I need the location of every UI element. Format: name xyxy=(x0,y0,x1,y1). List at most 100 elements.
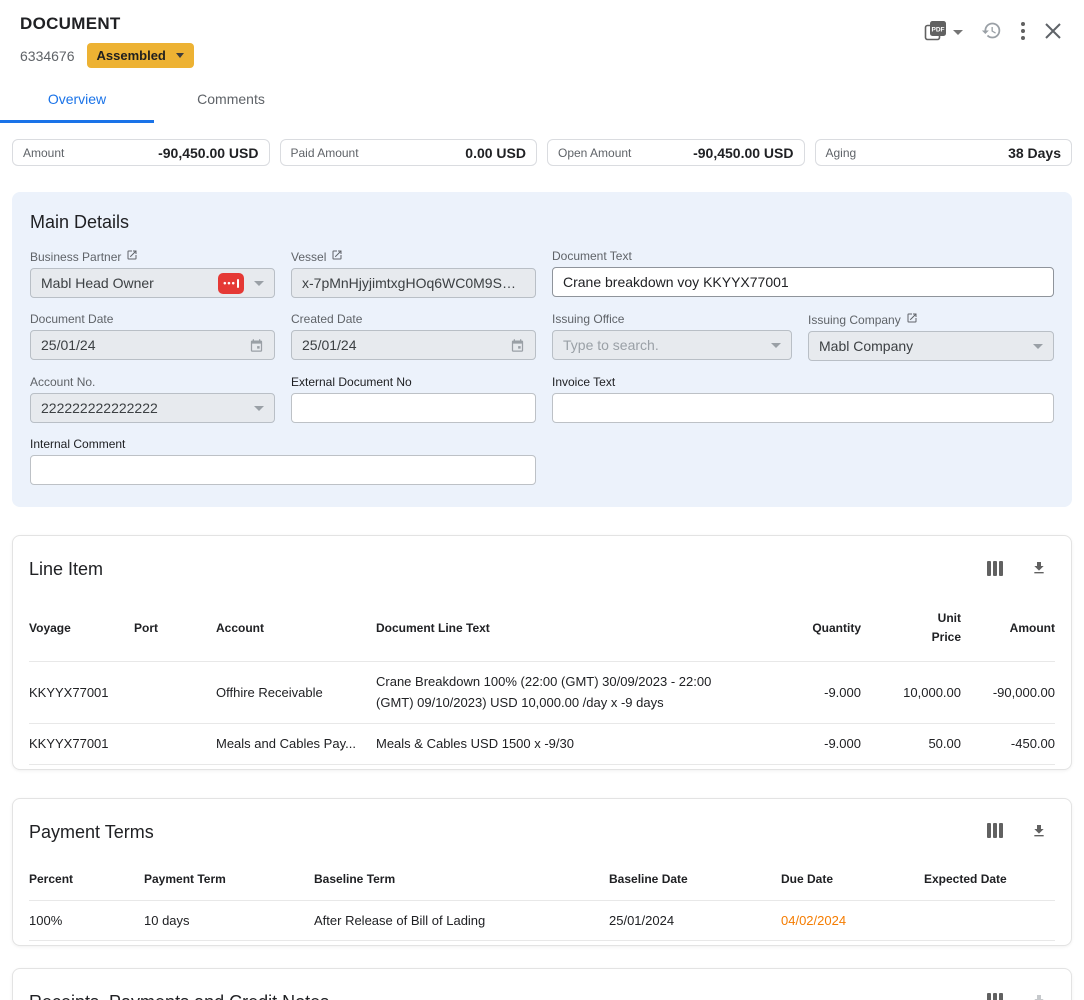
vessel-field: Vessel x-7pMnHjyjimtxgHOq6WC0M9SNft... xyxy=(291,249,536,298)
invoice-text-label: Invoice Text xyxy=(552,375,615,389)
line-item-card: Line Item Voyage Port Account Document L… xyxy=(12,535,1072,770)
column-settings-button[interactable] xyxy=(983,819,1007,845)
account-no-select[interactable]: 222222222222222 xyxy=(30,393,275,423)
more-options-button[interactable] xyxy=(1016,17,1030,48)
calendar-icon xyxy=(249,338,264,353)
created-date-input[interactable]: 25/01/24 xyxy=(291,330,536,360)
business-partner-select[interactable]: Mabl Head Owner ••• xyxy=(30,268,275,298)
history-button[interactable] xyxy=(977,16,1006,48)
document-date-label: Document Date xyxy=(30,312,113,326)
download-icon xyxy=(1031,823,1047,842)
document-number: 6334676 xyxy=(20,48,75,64)
receipts-title: Receipts, Payments and Credit Notes xyxy=(29,992,329,1000)
col-unit-price: Unit Price xyxy=(917,609,961,647)
col-voyage: Voyage xyxy=(29,621,134,635)
line-item-row[interactable]: KKYYX77001 Offhire Receivable Crane Brea… xyxy=(29,661,1055,722)
col-document-line-text: Document Line Text xyxy=(376,621,776,635)
payment-terms-card: Payment Terms Percent Payment Term Basel… xyxy=(12,798,1072,946)
download-icon xyxy=(1031,560,1047,579)
document-text-field: Document Text xyxy=(552,249,1054,298)
issuing-company-field: Issuing Company Mabl Company xyxy=(808,312,1054,361)
issuing-company-select[interactable]: Mabl Company xyxy=(808,331,1054,361)
caret-down-icon xyxy=(176,53,184,58)
paid-amount-label: Paid Amount xyxy=(291,146,359,160)
kebab-menu-icon xyxy=(1020,21,1026,44)
col-payment-term: Payment Term xyxy=(144,872,314,886)
column-settings-button[interactable] xyxy=(983,989,1007,1000)
invoice-text-field: Invoice Text xyxy=(552,375,1054,423)
column-settings-button[interactable] xyxy=(983,557,1007,583)
aging-value: 38 Days xyxy=(1008,145,1061,161)
pdf-icon: PDF xyxy=(924,20,948,44)
open-amount-label: Open Amount xyxy=(558,146,631,160)
caret-down-icon xyxy=(953,30,963,35)
main-details-panel: Main Details Business Partner Mabl Head … xyxy=(12,192,1072,507)
col-baseline-date: Baseline Date xyxy=(609,872,781,886)
amount-label: Amount xyxy=(23,146,64,160)
issuing-company-label: Issuing Company xyxy=(808,313,901,327)
pdf-export-button[interactable]: PDF xyxy=(920,16,967,48)
download-button[interactable] xyxy=(1027,819,1051,846)
status-badge-dropdown[interactable]: Assembled xyxy=(87,43,194,68)
issuing-office-label: Issuing Office xyxy=(552,312,624,326)
created-date-label: Created Date xyxy=(291,312,362,326)
issuing-office-select[interactable]: Type to search. xyxy=(552,330,792,360)
tab-comments[interactable]: Comments xyxy=(154,80,308,123)
business-partner-field: Business Partner Mabl Head Owner ••• xyxy=(30,249,275,298)
view-column-icon xyxy=(987,561,1003,579)
due-date-value: 04/02/2024 xyxy=(781,913,924,928)
col-due-date: Due Date xyxy=(781,872,924,886)
document-text-label: Document Text xyxy=(552,249,632,263)
close-icon xyxy=(1044,22,1062,43)
account-no-label: Account No. xyxy=(30,375,95,389)
summary-cards: Amount -90,450.00 USD Paid Amount 0.00 U… xyxy=(12,139,1072,166)
payment-terms-header-row: Percent Payment Term Baseline Term Basel… xyxy=(29,852,1055,900)
document-date-input[interactable]: 25/01/24 xyxy=(30,330,275,360)
created-date-field: Created Date 25/01/24 xyxy=(291,312,536,361)
download-button[interactable] xyxy=(1027,556,1051,583)
document-header: DOCUMENT 6334676 Assembled PDF xyxy=(0,0,1084,68)
open-in-new-icon[interactable] xyxy=(126,249,138,264)
tab-overview[interactable]: Overview xyxy=(0,80,154,123)
amount-card: Amount -90,450.00 USD xyxy=(12,139,270,166)
col-port: Port xyxy=(134,621,216,635)
calendar-icon xyxy=(510,338,525,353)
issuing-office-field: Issuing Office Type to search. xyxy=(552,312,792,361)
col-amount: Amount xyxy=(961,621,1055,635)
close-button[interactable] xyxy=(1040,18,1066,47)
payment-terms-row[interactable]: 100% 10 days After Release of Bill of La… xyxy=(29,900,1055,941)
aging-label: Aging xyxy=(826,146,857,160)
download-icon xyxy=(1031,993,1047,1000)
open-in-new-icon[interactable] xyxy=(331,249,343,264)
receipts-card: Receipts, Payments and Credit Notes Docu… xyxy=(12,968,1072,1000)
caret-down-icon xyxy=(1033,344,1043,349)
internal-comment-field: Internal Comment xyxy=(30,437,536,485)
external-document-no-input[interactable] xyxy=(302,400,525,416)
paid-amount-value: 0.00 USD xyxy=(465,145,526,161)
view-column-icon xyxy=(987,993,1003,1000)
external-document-no-label: External Document No xyxy=(291,375,412,389)
vessel-input[interactable]: x-7pMnHjyjimtxgHOq6WC0M9SNft... xyxy=(291,268,536,298)
internal-comment-input[interactable] xyxy=(41,462,525,478)
svg-text:PDF: PDF xyxy=(932,27,945,34)
line-item-row[interactable]: KKYYX77001 Meals and Cables Pay... Meals… xyxy=(29,723,1055,765)
line-item-title: Line Item xyxy=(29,559,103,580)
invoice-text-input[interactable] xyxy=(563,400,1043,416)
open-in-new-icon[interactable] xyxy=(906,312,918,327)
aging-card: Aging 38 Days xyxy=(815,139,1073,166)
payment-terms-title: Payment Terms xyxy=(29,822,154,843)
password-manager-icon[interactable]: ••• xyxy=(218,273,244,294)
col-percent: Percent xyxy=(29,872,144,886)
history-icon xyxy=(981,20,1002,44)
paid-amount-card: Paid Amount 0.00 USD xyxy=(280,139,538,166)
status-badge-label: Assembled xyxy=(97,48,166,63)
line-item-header-row: Voyage Port Account Document Line Text Q… xyxy=(29,589,1055,661)
internal-comment-label: Internal Comment xyxy=(30,437,125,451)
tab-bar: Overview Comments xyxy=(0,80,1084,123)
document-text-input[interactable] xyxy=(563,274,1043,290)
caret-down-icon xyxy=(254,406,264,411)
col-expected-date: Expected Date xyxy=(924,872,1055,886)
view-column-icon xyxy=(987,823,1003,841)
col-account: Account xyxy=(216,621,376,635)
external-document-no-field: External Document No xyxy=(291,375,536,423)
